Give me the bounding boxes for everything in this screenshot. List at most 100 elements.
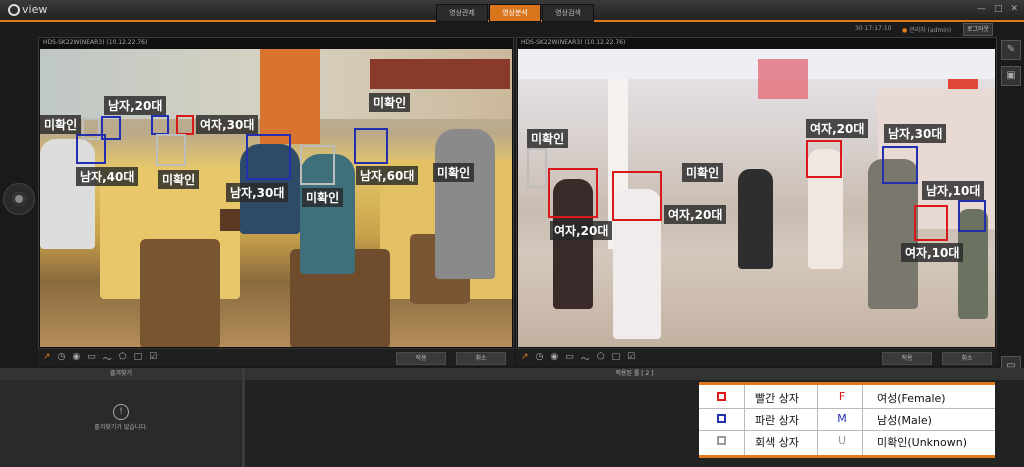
polygon-icon[interactable]: ⬠ [597, 352, 605, 365]
detection-box [958, 200, 986, 232]
app-logo: view [8, 3, 47, 16]
legend-row: 회색 상자 U 미확인(Unknown) [699, 431, 995, 452]
legend-desc: 파란 상자 [755, 414, 799, 427]
edit-icon[interactable]: ✎ [1001, 40, 1021, 60]
legend-gender: 남성(Male) [877, 414, 932, 427]
apply-button[interactable]: 적용 [882, 352, 932, 365]
user-name: 관리자 (admin) [909, 27, 952, 34]
legend-code: U [837, 434, 847, 447]
detection-box [176, 115, 194, 135]
legend: 빨간 상자 F 여성(Female) 파란 상자 M 남성(Male) 회색 상… [699, 382, 995, 458]
legend-desc: 회색 상자 [755, 436, 799, 449]
applied-rules-header: 적용된 룰 [ 2 ] [245, 368, 1024, 380]
detection-box [151, 115, 169, 135]
right-rail: ✎ ▣ ▭ [998, 37, 1022, 376]
detection-box [914, 205, 948, 241]
detection-label: 미확인 [302, 188, 344, 207]
detection-box [156, 134, 186, 166]
camera-icon [12, 192, 26, 206]
video-toolbar-right: ↗ ◷ ◉ ▭ 〜 ⬠ □ ☑ 적용 취소 [516, 348, 997, 366]
logout-button[interactable]: 로그아웃 [963, 23, 993, 36]
detection-label: 남자,40대 [76, 167, 139, 186]
detection-box [882, 146, 918, 184]
clock-icon[interactable]: ◷ [58, 352, 66, 365]
detection-box [548, 168, 598, 218]
legend-code: M [837, 412, 847, 425]
polygon-icon[interactable]: ⬠ [119, 352, 127, 365]
ceiling [518, 49, 995, 79]
status-bar: 30 17:17:10 ● 관리자 (admin) 로그아웃 [0, 22, 1024, 36]
cancel-button[interactable]: 취소 [456, 352, 506, 365]
record-icon[interactable]: ◉ [550, 352, 558, 365]
detection-label: 여자,20대 [664, 205, 727, 224]
detection-box [612, 171, 662, 221]
legend-desc: 빨간 상자 [755, 392, 799, 405]
square-icon[interactable]: □ [612, 352, 621, 365]
detection-label: 미확인 [40, 115, 82, 134]
snapshot-icon[interactable]: ▣ [1001, 66, 1021, 86]
camera-toggle-button[interactable] [3, 183, 35, 215]
legend-gender: 여성(Female) [877, 392, 946, 405]
clock: 30 17:17:10 [855, 25, 892, 32]
user-info: ● 관리자 (admin) [902, 25, 951, 34]
tab-monitoring[interactable]: 영상관제 [436, 4, 488, 22]
detection-label: 미확인 [682, 163, 724, 182]
person [435, 129, 495, 279]
legend-row: 파란 상자 M 남성(Male) [699, 409, 995, 431]
cancel-button[interactable]: 취소 [942, 352, 992, 365]
app-name: view [22, 3, 48, 16]
window-controls: — □ ✕ [977, 4, 1018, 14]
camera-title: HDS-SK22W(NEAR3) (10.12.22.76) [521, 39, 626, 46]
detection-label: 남자,60대 [356, 166, 419, 185]
detection-label: 여자,20대 [550, 221, 613, 240]
square-icon[interactable]: □ [134, 352, 143, 365]
pointer-icon[interactable]: ↗ [43, 352, 51, 365]
info-icon: ! [113, 404, 129, 420]
menu-board [370, 59, 510, 89]
line-icon[interactable]: 〜 [581, 352, 590, 365]
favorites-empty-text: 즐겨찾기가 없습니다. [94, 424, 148, 431]
legend-code: F [838, 390, 846, 403]
detection-label: 여자,10대 [901, 243, 964, 262]
legend-gender: 미확인(Unknown) [877, 436, 968, 449]
orange-pillar [260, 49, 320, 144]
detection-box [300, 145, 335, 185]
detection-label: 남자,30대 [884, 124, 947, 143]
clock-icon[interactable]: ◷ [536, 352, 544, 365]
apply-button[interactable]: 적용 [396, 352, 446, 365]
minimize-icon[interactable]: — [977, 4, 986, 14]
detection-label: 미확인 [433, 163, 475, 182]
detection-box [76, 134, 106, 164]
detection-label: 여자,30대 [196, 115, 259, 134]
logo-icon [8, 4, 20, 16]
detection-label: 미확인 [369, 93, 411, 112]
store-sign [758, 59, 808, 99]
maximize-icon[interactable]: □ [994, 4, 1003, 14]
detection-label: 미확인 [158, 170, 200, 189]
line-icon[interactable]: 〜 [103, 352, 112, 365]
close-icon[interactable]: ✕ [1010, 4, 1018, 14]
checkbox-icon[interactable]: ☑ [627, 352, 635, 365]
tab-search[interactable]: 영상검색 [542, 4, 594, 22]
red-box-swatch [717, 392, 726, 401]
tab-analysis[interactable]: 영상분석 [489, 4, 541, 22]
detection-label: 미확인 [527, 129, 569, 148]
detection-label: 남자,30대 [226, 183, 289, 202]
camera-title: HDS-SK22W(NEAR3) (10.12.22.76) [43, 39, 148, 46]
title-bar: view 영상관제 영상분석 영상검색 — □ ✕ [0, 0, 1024, 22]
blue-box-swatch [717, 414, 726, 423]
rectangle-icon[interactable]: ▭ [87, 352, 96, 365]
wicker-chair [140, 239, 220, 347]
detection-box [246, 134, 291, 180]
gray-box-swatch [717, 436, 726, 445]
detection-box [354, 128, 388, 164]
favorites-panel: 즐겨찾기 ! 즐겨찾기가 없습니다. [0, 368, 245, 467]
checkbox-icon[interactable]: ☑ [149, 352, 157, 365]
detection-box [806, 140, 842, 178]
legend-row: 빨간 상자 F 여성(Female) [699, 387, 995, 409]
favorites-title: 즐겨찾기 [0, 368, 242, 380]
detection-label: 남자,20대 [104, 96, 167, 115]
record-icon[interactable]: ◉ [72, 352, 80, 365]
pointer-icon[interactable]: ↗ [521, 352, 529, 365]
rectangle-icon[interactable]: ▭ [565, 352, 574, 365]
